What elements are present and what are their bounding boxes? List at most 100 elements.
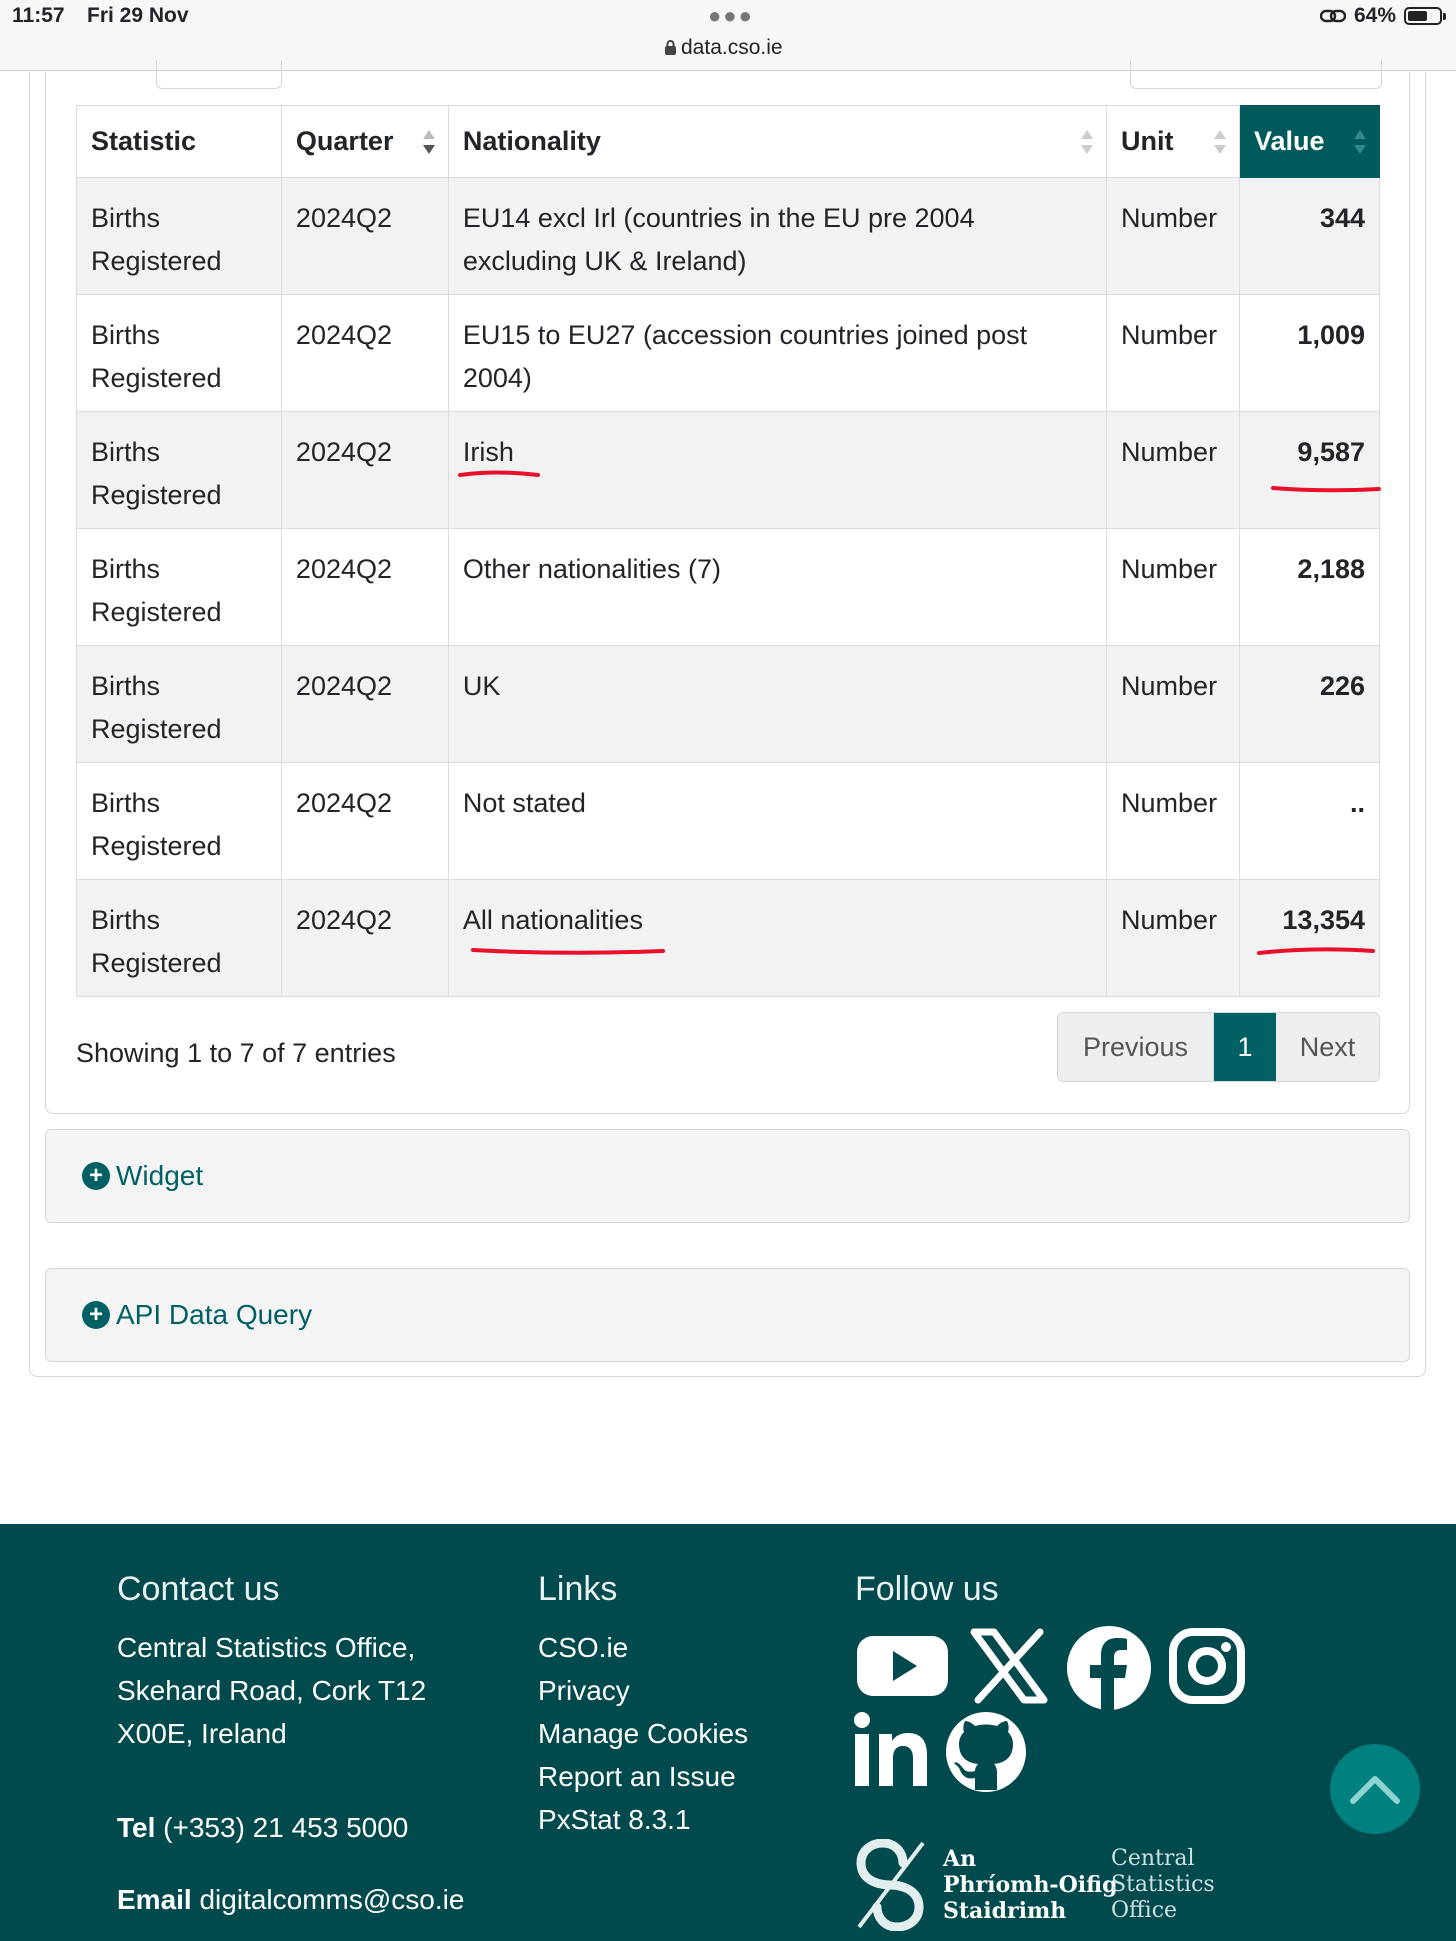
cell-value: 13,354 [1239, 879, 1380, 997]
plus-icon: + [82, 1301, 110, 1329]
table-row: Births Registered 2024Q2 Irish Number 9,587 [76, 411, 1380, 529]
table-row: Births Registered 2024Q2 EU15 to EU27 (acc… [76, 294, 1380, 412]
more-dots-icon[interactable]: ●●● [708, 3, 754, 29]
contact-tel: Tel (+353) 21 453 5000 [117, 1812, 409, 1843]
cell-value: 2,188 [1239, 528, 1380, 646]
pagination: Previous 1 Next [1057, 1012, 1380, 1082]
cell-statistic: Births Registered [76, 411, 282, 529]
table-row: Births Registered 2024Q2 Not stated Number.… [76, 762, 1380, 880]
lock-icon [665, 40, 676, 55]
annotation-underline [458, 470, 540, 477]
footer-links: CSO.ie Privacy Manage Cookies Report an … [538, 1626, 748, 1841]
cell-statistic: Births Registered [76, 879, 282, 997]
column-header-quarter[interactable]: Quarter [280, 105, 449, 178]
table-row: Births Registered 2024Q2 Other nationaliti… [76, 528, 1380, 646]
sort-icon [1214, 129, 1227, 154]
cell-quarter: 2024Q2 [280, 645, 449, 763]
column-header-statistic[interactable]: Statistic [76, 105, 282, 178]
cell-unit: Number [1106, 411, 1241, 529]
link-privacy[interactable]: Privacy [538, 1669, 748, 1712]
annotation-underline [471, 948, 665, 955]
data-table: Statistic Quarter Nationality Unit Value… [76, 105, 1380, 997]
facebook-icon[interactable] [1065, 1624, 1153, 1712]
table-header-row: Statistic Quarter Nationality Unit Value [76, 105, 1380, 178]
cell-value: .. [1239, 762, 1380, 880]
cell-statistic: Births Registered [76, 294, 282, 412]
cell-unit: Number [1106, 528, 1241, 646]
cell-nationality: EU15 to EU27 (accession countries joined… [447, 294, 1108, 412]
widget-accordion[interactable]: + Widget [45, 1129, 1410, 1223]
cell-nationality: Other nationalities (7) [447, 528, 1108, 646]
url-bar[interactable]: data.cso.ie [664, 36, 783, 60]
url-text: data.cso.ie [681, 36, 783, 59]
cell-quarter: 2024Q2 [280, 294, 449, 412]
column-header-value[interactable]: Value [1239, 105, 1380, 178]
cell-quarter: 2024Q2 [280, 177, 449, 295]
battery-icon [1404, 7, 1446, 25]
cell-unit: Number [1106, 762, 1241, 880]
previous-page-button[interactable]: Previous [1058, 1013, 1214, 1081]
length-select[interactable] [156, 60, 282, 89]
instagram-icon[interactable] [1168, 1627, 1246, 1705]
sort-desc-icon [422, 129, 435, 154]
youtube-icon[interactable] [855, 1630, 950, 1702]
annotation-underline [1271, 486, 1381, 493]
status-right: 64% [1319, 4, 1446, 28]
cell-quarter: 2024Q2 [280, 528, 449, 646]
sort-icon [1081, 129, 1094, 154]
cell-value: 226 [1239, 645, 1380, 763]
cell-nationality: Not stated [447, 762, 1108, 880]
cell-value: 1,009 [1239, 294, 1380, 412]
site-footer: Contact us Central Statistics Office, Sk… [0, 1524, 1456, 1941]
page-1-button[interactable]: 1 [1214, 1013, 1276, 1081]
contact-email: Email digitalcomms@cso.ie [117, 1884, 465, 1915]
status-time: 11:57 [12, 4, 65, 27]
cso-logo-mark [856, 1839, 925, 1931]
link-pxstat[interactable]: PxStat 8.3.1 [538, 1798, 748, 1841]
cell-unit: Number [1106, 645, 1241, 763]
search-input[interactable] [1130, 60, 1382, 89]
cell-nationality: UK [447, 645, 1108, 763]
scroll-top-button[interactable] [1330, 1744, 1420, 1834]
column-header-unit[interactable]: Unit [1106, 105, 1241, 178]
link-icon [1319, 9, 1346, 23]
cell-statistic: Births Registered [76, 177, 282, 295]
battery-percent: 64% [1353, 4, 1396, 27]
cell-value: 9,587 [1239, 411, 1380, 529]
plus-icon: + [82, 1162, 110, 1190]
cell-unit: Number [1106, 879, 1241, 997]
link-manage-cookies[interactable]: Manage Cookies [538, 1712, 748, 1755]
links-heading: Links [538, 1570, 618, 1608]
logo-irish-text: An Phríomh-Oifig Staidrimh [943, 1846, 1118, 1924]
cell-nationality: EU14 excl Irl (countries in the EU pre 2… [447, 177, 1108, 295]
contact-address: Central Statistics Office, Skehard Road,… [117, 1632, 427, 1749]
linkedin-icon[interactable] [853, 1710, 933, 1790]
cell-unit: Number [1106, 294, 1241, 412]
contact-heading: Contact us [117, 1570, 280, 1608]
cell-quarter: 2024Q2 [280, 879, 449, 997]
github-icon[interactable] [944, 1710, 1028, 1794]
api-query-label: API Data Query [116, 1299, 313, 1330]
cell-nationality: All nationalities [447, 879, 1108, 997]
table-row: Births Registered 2024Q2 UK Number 226 [76, 645, 1380, 763]
status-date: Fri 29 Nov [87, 4, 189, 27]
chevron-up-icon [1350, 1776, 1400, 1804]
cell-unit: Number [1106, 177, 1241, 295]
link-cso[interactable]: CSO.ie [538, 1626, 748, 1669]
follow-heading: Follow us [855, 1570, 999, 1608]
sort-icon [1354, 129, 1366, 154]
cell-statistic: Births Registered [76, 645, 282, 763]
cell-quarter: 2024Q2 [280, 762, 449, 880]
cell-nationality: Irish [447, 411, 1108, 529]
link-report-issue[interactable]: Report an Issue [538, 1755, 748, 1798]
api-query-accordion[interactable]: + API Data Query [45, 1268, 1410, 1362]
email-link[interactable]: digitalcomms@cso.ie [199, 1884, 464, 1915]
column-header-nationality[interactable]: Nationality [447, 105, 1108, 178]
cell-value: 344 [1239, 177, 1380, 295]
table-row: Births Registered 2024Q2 All nationalities… [76, 879, 1380, 997]
x-icon[interactable] [970, 1628, 1048, 1704]
widget-label: Widget [116, 1160, 204, 1191]
next-page-button[interactable]: Next [1276, 1013, 1379, 1081]
annotation-underline [1257, 947, 1375, 955]
table-info: Showing 1 to 7 of 7 entries [76, 1038, 396, 1068]
